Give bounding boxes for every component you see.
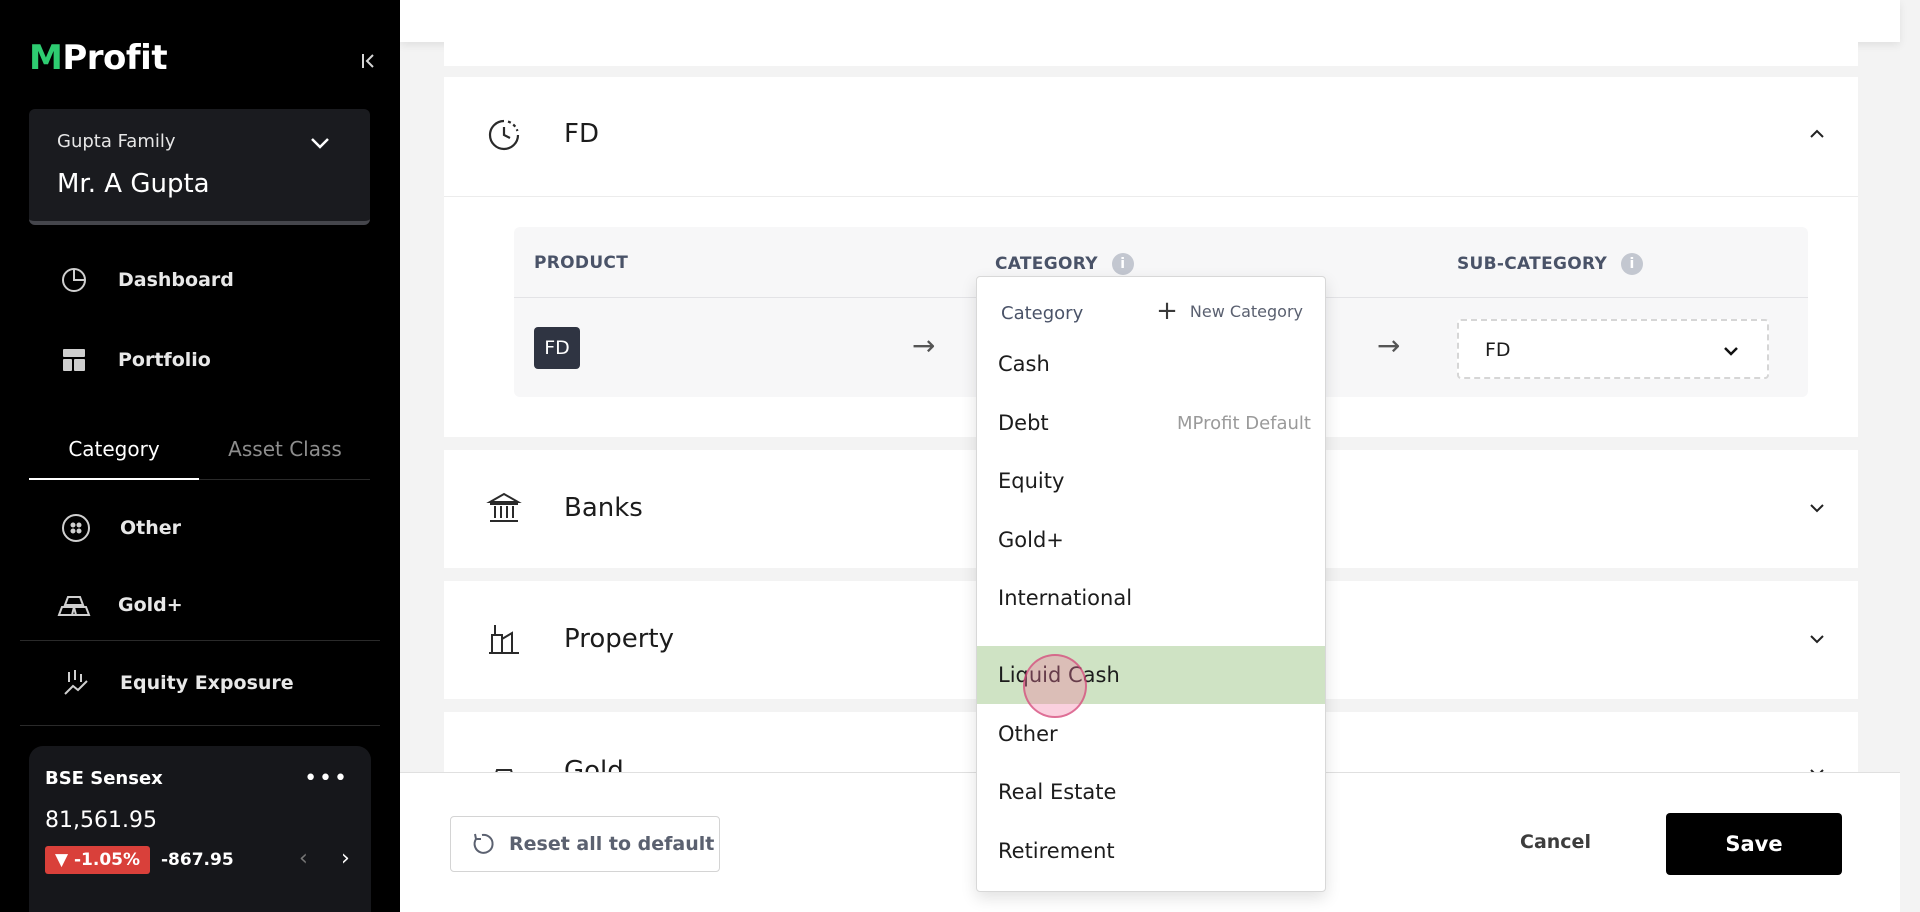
more-options-icon[interactable]: •••: [304, 766, 349, 791]
plus-icon: +: [1156, 296, 1178, 326]
bank-icon: [486, 492, 522, 522]
save-button[interactable]: Save: [1666, 813, 1842, 875]
dropdown-option[interactable]: Cash: [977, 335, 1325, 393]
sub-category-value: FD: [1485, 339, 1511, 361]
option-label: Cash: [998, 352, 1050, 376]
arrow-right-icon: →: [912, 329, 936, 362]
chevron-left-icon[interactable]: ‹: [299, 846, 308, 871]
sensex-card: BSE Sensex ••• 81,561.95 ▼ -1.05% -867.9…: [29, 746, 371, 912]
dropdown-option[interactable]: Debt MProfit Default: [977, 394, 1325, 452]
sidebar-item-label: Gold+: [118, 594, 183, 616]
column-header-sub-category: SUB-CATEGORY i: [1457, 253, 1644, 275]
grid-icon: [56, 342, 92, 378]
tab-category[interactable]: Category: [29, 428, 199, 480]
column-header-label: CATEGORY: [995, 254, 1098, 274]
app-logo[interactable]: MProfit: [29, 38, 168, 78]
dropdown-header: Category + New Category: [977, 277, 1325, 337]
property-icon: [489, 625, 519, 654]
chevron-down-icon[interactable]: [1806, 497, 1828, 519]
panel-title: FD: [564, 119, 599, 149]
sidebar: MProfit Gupta Family Mr. A Gupta Dashboa…: [0, 0, 400, 912]
gold-bars-icon: [56, 587, 92, 623]
sidebar-item-label: Equity Exposure: [120, 672, 294, 694]
equity-exposure-icon: [58, 665, 94, 701]
family-name: Gupta Family: [57, 131, 176, 152]
dropdown-option[interactable]: International: [977, 569, 1325, 627]
option-label: Other: [998, 722, 1058, 746]
option-label: International: [998, 586, 1133, 610]
tab-asset-class[interactable]: Asset Class: [200, 428, 370, 480]
dropdown-option[interactable]: Real Estate: [977, 763, 1325, 821]
product-chip: FD: [534, 327, 580, 369]
sensex-change-badge: ▼ -1.05%: [45, 846, 151, 874]
panel-title: Banks: [564, 493, 643, 523]
sensex-value: 81,561.95: [45, 808, 157, 833]
chevron-up-icon[interactable]: [1806, 123, 1828, 145]
chevron-down-icon: [1724, 347, 1738, 356]
divider: [20, 725, 380, 726]
column-header-category: CATEGORY i: [995, 253, 1134, 275]
collapse-sidebar-icon[interactable]: [355, 50, 381, 76]
divider: [20, 640, 380, 641]
option-label: Debt: [998, 411, 1049, 435]
sidebar-tabs: Category Asset Class: [29, 428, 370, 480]
panel-previous: [444, 42, 1858, 66]
chevron-down-icon[interactable]: [1806, 762, 1828, 772]
column-header-product: PRODUCT: [534, 253, 629, 273]
other-icon: [58, 510, 94, 546]
sensex-title: BSE Sensex: [45, 768, 163, 789]
chevron-down-icon[interactable]: [308, 131, 332, 155]
reset-icon: [473, 833, 494, 854]
dropdown-option[interactable]: Equity: [977, 452, 1325, 510]
sidebar-item-label: Other: [120, 517, 182, 539]
info-icon[interactable]: i: [1621, 253, 1644, 275]
sub-category-select[interactable]: FD: [1457, 319, 1769, 379]
dropdown-option[interactable]: Gold+: [977, 511, 1325, 569]
panel-title: Gold: [564, 756, 624, 772]
option-label: Equity: [998, 469, 1065, 493]
gold-icon: [495, 769, 513, 772]
option-note: MProfit Default: [1177, 413, 1311, 434]
nav-portfolio[interactable]: Portfolio: [56, 340, 211, 380]
pie-chart-icon: [56, 262, 92, 298]
column-header-label: SUB-CATEGORY: [1457, 254, 1608, 274]
sidebar-item-gold[interactable]: Gold+: [56, 585, 183, 625]
new-category-label: New Category: [1189, 301, 1303, 321]
chevron-right-icon[interactable]: ›: [341, 846, 350, 871]
dropdown-title: Category: [1001, 303, 1084, 324]
reset-all-label: Reset all to default: [509, 833, 715, 855]
nav-portfolio-label: Portfolio: [118, 349, 211, 371]
cancel-button[interactable]: Cancel: [1520, 831, 1591, 853]
reset-all-button[interactable]: Reset all to default: [450, 816, 720, 872]
clock-icon: [488, 119, 520, 151]
option-label: Retirement: [998, 839, 1115, 863]
sidebar-item-equity-exposure[interactable]: Equity Exposure: [58, 663, 294, 703]
arrow-right-icon: →: [1377, 329, 1401, 362]
option-label: Gold+: [998, 528, 1064, 552]
dropdown-option-selected[interactable]: Liquid Cash: [977, 646, 1325, 704]
chevron-down-icon[interactable]: [1806, 628, 1828, 650]
member-name: Mr. A Gupta: [57, 169, 210, 199]
dropdown-option[interactable]: Other: [977, 705, 1325, 763]
top-bar: [400, 0, 1900, 42]
new-category-button[interactable]: + New Category: [1156, 296, 1303, 326]
option-label: Real Estate: [998, 780, 1117, 804]
family-selector[interactable]: Gupta Family Mr. A Gupta: [29, 109, 370, 225]
panel-title: Property: [564, 624, 675, 654]
sidebar-item-other[interactable]: Other: [58, 508, 181, 548]
nav-dashboard-label: Dashboard: [118, 269, 234, 291]
dropdown-option[interactable]: Retirement: [977, 822, 1325, 880]
panel-fd-header[interactable]: FD: [444, 77, 1858, 197]
category-dropdown[interactable]: Category + New Category Cash Debt MProfi…: [976, 276, 1326, 892]
info-icon[interactable]: i: [1111, 253, 1134, 275]
nav-dashboard[interactable]: Dashboard: [56, 260, 234, 300]
divider: [444, 196, 1858, 197]
sensex-change-value: -867.95: [161, 850, 234, 870]
option-label: Liquid Cash: [998, 663, 1120, 687]
